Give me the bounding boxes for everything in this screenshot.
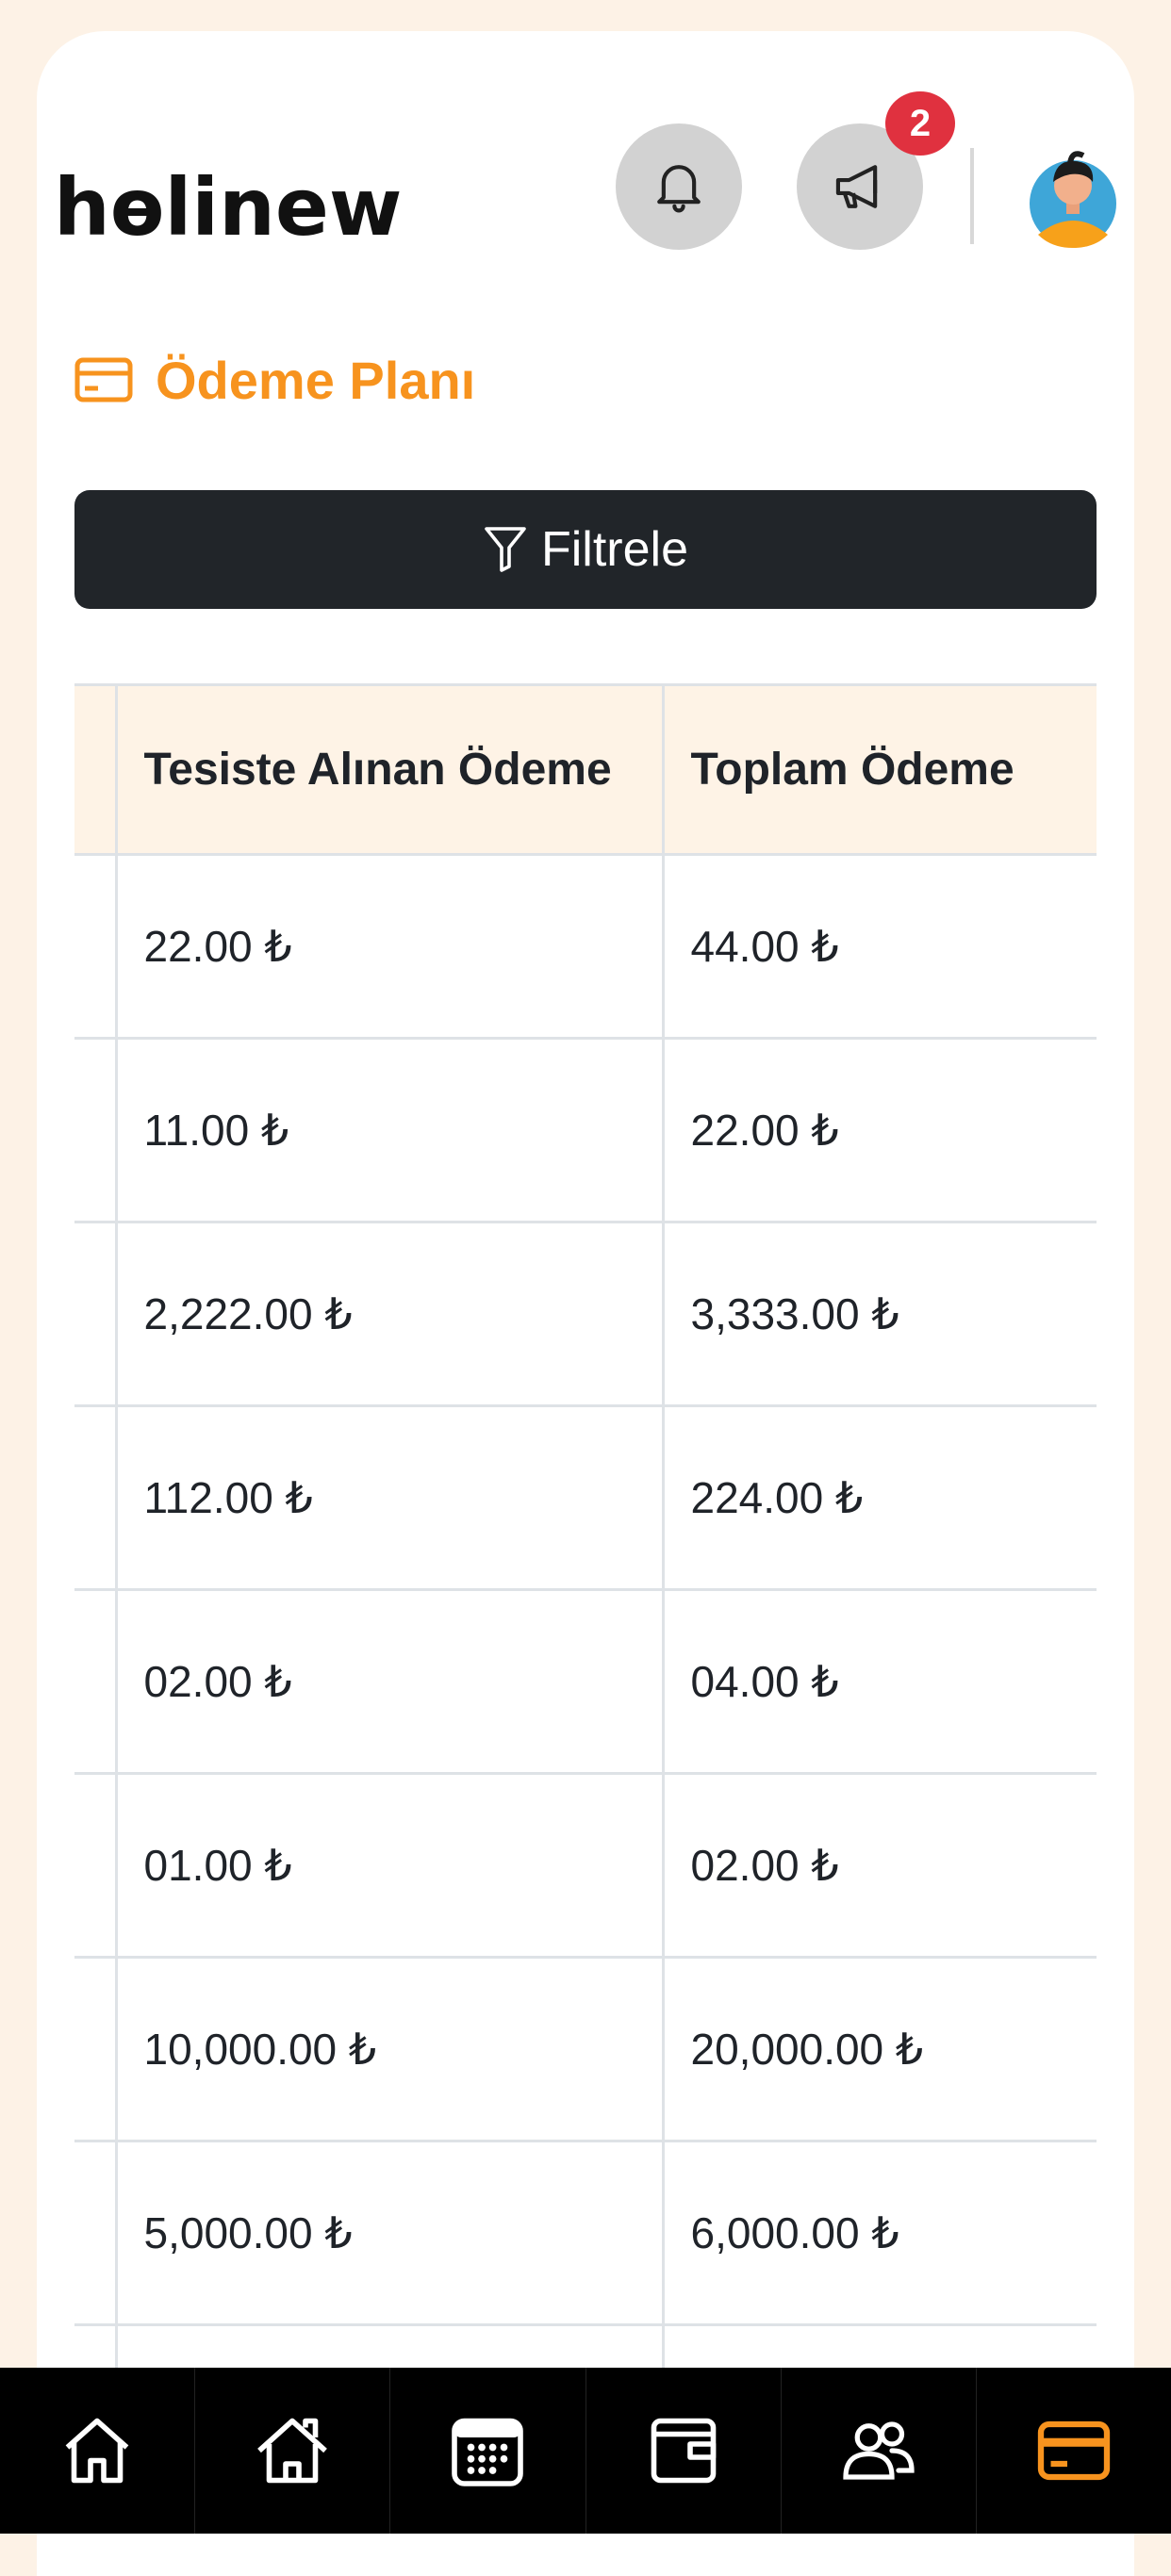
nav-wallet[interactable] bbox=[586, 2368, 782, 2534]
table-row: 112.00 ₺ 224.00 ₺ bbox=[74, 1404, 1097, 1591]
payment-plan-table[interactable]: Tesiste Alınan Ödeme Toplam Ödeme 22.00 … bbox=[74, 683, 1097, 2474]
main-card: hɵlinew 2 Ödeme Planı Filtrele Tesiste A… bbox=[37, 31, 1134, 2576]
filter-button[interactable]: Filtrele bbox=[74, 490, 1097, 609]
table-cell-edge bbox=[74, 1772, 118, 1959]
total-payment-cell: 22.00 ₺ bbox=[661, 1037, 1097, 1223]
filter-label: Filtrele bbox=[540, 522, 689, 577]
onsite-payment-cell: 01.00 ₺ bbox=[114, 1772, 665, 1959]
nav-calendar[interactable] bbox=[390, 2368, 586, 2534]
table-row: 02.00 ₺ 04.00 ₺ bbox=[74, 1588, 1097, 1775]
house-outline-icon bbox=[257, 2418, 328, 2484]
notifications-button[interactable] bbox=[616, 123, 742, 250]
table-cell-edge bbox=[74, 1404, 118, 1591]
onsite-payment-cell: 11.00 ₺ bbox=[114, 1037, 665, 1223]
total-payment-cell: 44.00 ₺ bbox=[661, 853, 1097, 1040]
table-row: 22.00 ₺ 44.00 ₺ bbox=[74, 853, 1097, 1040]
top-header: hɵlinew 2 bbox=[37, 31, 1134, 257]
calendar-icon bbox=[452, 2418, 524, 2486]
nav-users[interactable] bbox=[782, 2368, 977, 2534]
onsite-payment-cell: 2,222.00 ₺ bbox=[114, 1221, 665, 1407]
bottom-navigation bbox=[0, 2368, 1171, 2534]
table-cell-edge bbox=[74, 1037, 118, 1223]
table-row: 11.00 ₺ 22.00 ₺ bbox=[74, 1037, 1097, 1223]
page-title: Ödeme Planı bbox=[156, 350, 476, 410]
total-payment-cell: 224.00 ₺ bbox=[661, 1404, 1097, 1591]
filter-icon bbox=[485, 527, 526, 572]
table-header-row: Tesiste Alınan Ödeme Toplam Ödeme bbox=[74, 683, 1097, 856]
megaphone-icon bbox=[835, 165, 878, 208]
nav-payment-plan[interactable] bbox=[977, 2368, 1171, 2534]
total-payment-cell: 6,000.00 ₺ bbox=[661, 2140, 1097, 2326]
table-row: 2,222.00 ₺ 3,333.00 ₺ bbox=[74, 1221, 1097, 1407]
holinew-logo: hɵlinew bbox=[54, 163, 402, 254]
users-icon bbox=[843, 2421, 915, 2480]
column-header-onsite-payment: Tesiste Alınan Ödeme bbox=[114, 683, 665, 856]
header-divider bbox=[970, 148, 974, 244]
table-cell-edge bbox=[74, 853, 118, 1040]
credit-card-icon bbox=[1037, 2420, 1111, 2481]
total-payment-cell: 3,333.00 ₺ bbox=[661, 1221, 1097, 1407]
user-avatar[interactable] bbox=[1029, 150, 1117, 248]
table-cell-edge bbox=[74, 1221, 118, 1407]
bell-icon bbox=[657, 165, 701, 213]
table-row: 10,000.00 ₺ 20,000.00 ₺ bbox=[74, 1956, 1097, 2142]
total-payment-cell: 02.00 ₺ bbox=[661, 1772, 1097, 1959]
wallet-icon bbox=[651, 2418, 716, 2484]
onsite-payment-cell: 02.00 ₺ bbox=[114, 1588, 665, 1775]
nav-home[interactable] bbox=[0, 2368, 196, 2534]
total-payment-cell: 04.00 ₺ bbox=[661, 1588, 1097, 1775]
table-row: 01.00 ₺ 02.00 ₺ bbox=[74, 1772, 1097, 1959]
onsite-payment-cell: 22.00 ₺ bbox=[114, 853, 665, 1040]
svg-text:hɵlinew: hɵlinew bbox=[54, 163, 402, 254]
credit-card-icon bbox=[74, 357, 133, 402]
table-cell-edge bbox=[74, 1588, 118, 1775]
table-row: 5,000.00 ₺ 6,000.00 ₺ bbox=[74, 2140, 1097, 2326]
total-payment-cell: 20,000.00 ₺ bbox=[661, 1956, 1097, 2142]
column-header-total-payment: Toplam Ödeme bbox=[661, 683, 1097, 856]
onsite-payment-cell: 5,000.00 ₺ bbox=[114, 2140, 665, 2326]
column-header-hidden bbox=[74, 683, 118, 856]
home-icon bbox=[65, 2418, 129, 2484]
notification-count-badge: 2 bbox=[885, 91, 955, 156]
nav-properties[interactable] bbox=[195, 2368, 391, 2534]
table-cell-edge bbox=[74, 2140, 118, 2326]
onsite-payment-cell: 112.00 ₺ bbox=[114, 1404, 665, 1591]
table-cell-edge bbox=[74, 1956, 118, 2142]
onsite-payment-cell: 10,000.00 ₺ bbox=[114, 1956, 665, 2142]
page-title-row: Ödeme Planı bbox=[74, 342, 475, 418]
